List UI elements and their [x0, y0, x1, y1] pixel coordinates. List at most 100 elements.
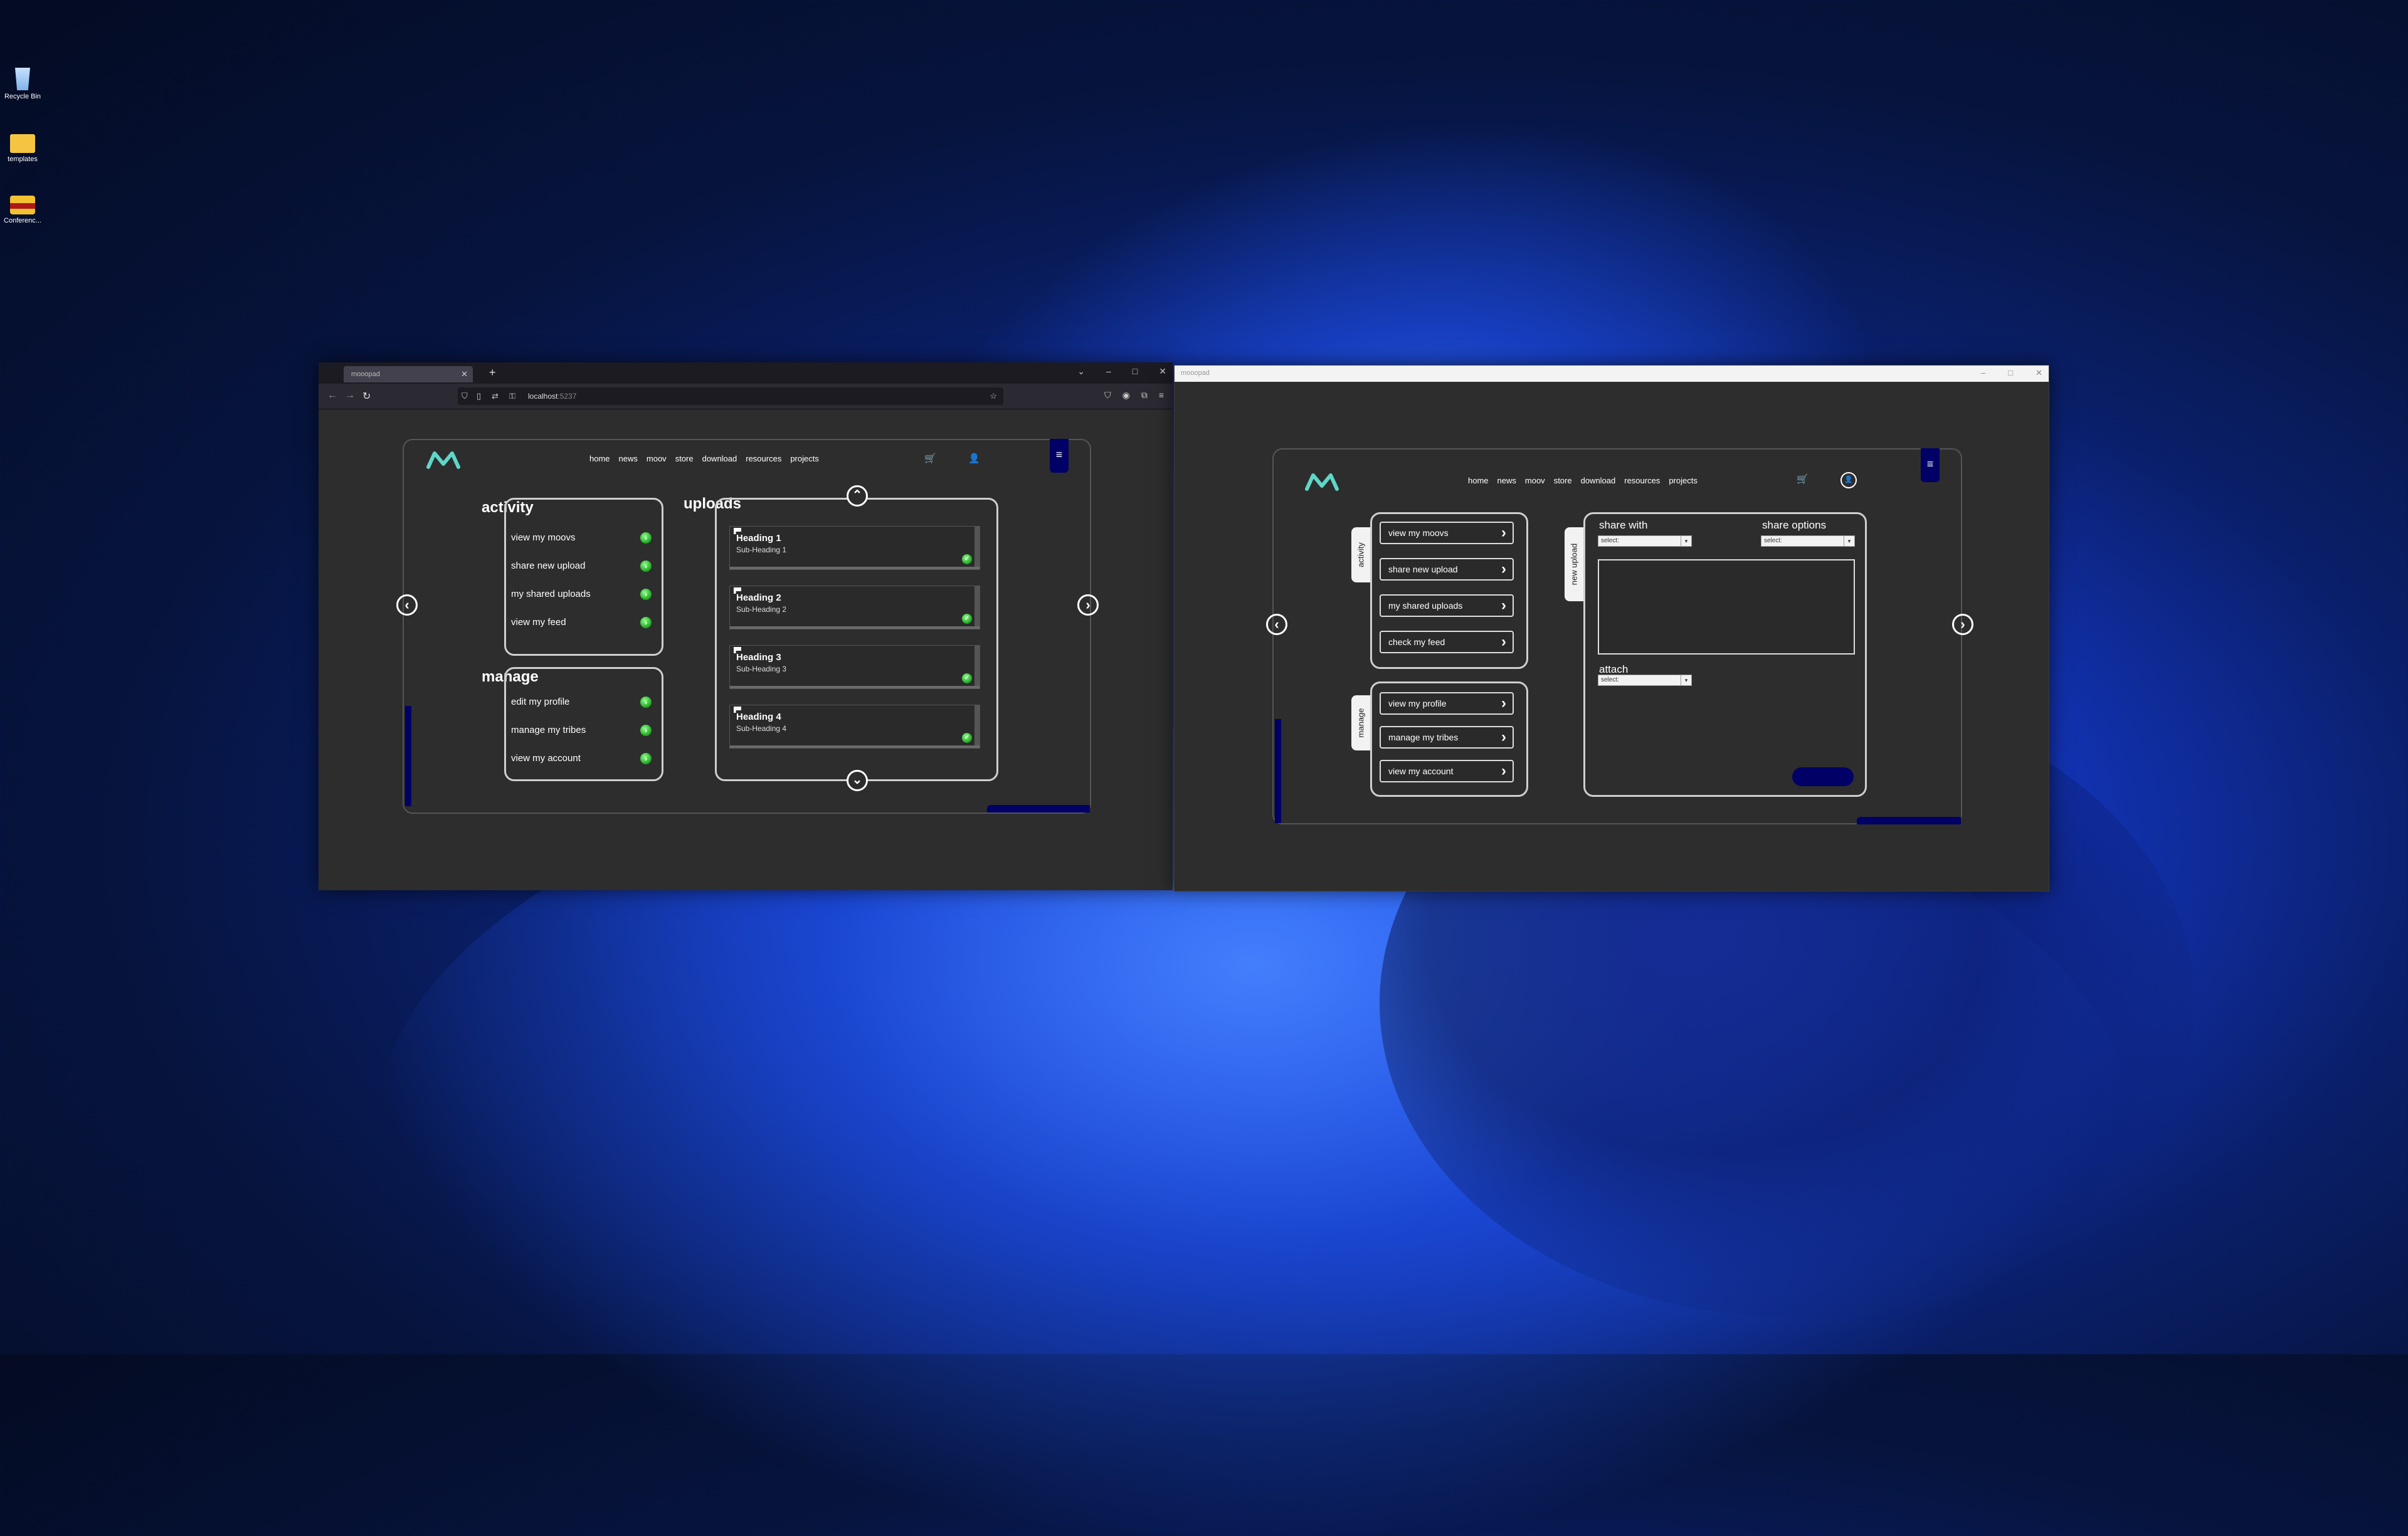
arrow-right-icon: › — [640, 589, 652, 600]
accent-bar — [1857, 817, 1961, 824]
check-my-feed-button[interactable]: check my feed › — [1380, 631, 1514, 653]
nav-projects[interactable]: projects — [790, 454, 819, 463]
share-options-select[interactable]: select: ▾ — [1761, 535, 1855, 547]
scroll-up-button[interactable]: ⌃ — [847, 485, 868, 507]
nav-resources[interactable]: resources — [746, 454, 781, 463]
activity-side-tab[interactable]: activity — [1351, 527, 1370, 582]
carousel-prev-button[interactable]: ‹ — [1266, 614, 1287, 635]
card-subheading: Sub-Heading 3 — [736, 665, 787, 673]
share-with-select[interactable]: select: ▾ — [1598, 535, 1692, 547]
new-upload-panel: share with select: ▾ share options select… — [1583, 512, 1867, 797]
chevron-down-icon[interactable]: ⌄ — [1077, 366, 1085, 377]
menu-item-view-my-feed[interactable]: view my feed › — [511, 617, 659, 628]
hamburger-menu-button[interactable]: ≡ — [1050, 439, 1069, 473]
carousel-next-button[interactable]: › — [1952, 614, 1973, 635]
scroll-down-button[interactable]: ⌄ — [847, 770, 868, 791]
activity-button-panel: view my moovs › share new upload › my shar… — [1370, 512, 1528, 669]
hamburger-menu-button[interactable]: ≡ — [1921, 448, 1940, 482]
chevron-down-icon: ▾ — [1844, 536, 1854, 546]
my-shared-uploads-button[interactable]: my shared uploads › — [1380, 594, 1514, 617]
minimize-button[interactable]: – — [1106, 366, 1111, 377]
arrow-right-icon: › — [640, 725, 652, 736]
menu-item-my-shared-uploads[interactable]: my shared uploads › — [511, 589, 659, 600]
user-icon[interactable]: 👤 — [968, 453, 980, 464]
upload-card[interactable]: Heading 2 Sub-Heading 2 ✓ — [729, 586, 980, 629]
close-button[interactable]: ✕ — [2036, 368, 2042, 378]
upload-description-textarea[interactable] — [1598, 559, 1855, 655]
templates-folder-shortcut[interactable]: templates — [4, 129, 41, 163]
extensions-icon[interactable]: ⧉ — [1141, 390, 1148, 401]
new-tab-button[interactable]: + — [489, 366, 496, 379]
nav-download[interactable]: download — [1581, 476, 1616, 485]
conference-shortcut[interactable]: Conferenc... — [4, 191, 41, 224]
nav-store[interactable]: store — [675, 454, 694, 463]
nav-projects[interactable]: projects — [1669, 476, 1698, 485]
close-button[interactable]: ✕ — [1159, 366, 1166, 377]
view-my-account-button[interactable]: view my account › — [1380, 760, 1514, 782]
menu-item-view-my-account[interactable]: view my account › — [511, 753, 659, 764]
chevron-right-icon: › — [1501, 524, 1506, 541]
nav-news[interactable]: news — [1497, 476, 1516, 485]
nav-resources[interactable]: resources — [1624, 476, 1660, 485]
card-heading: Heading 4 — [736, 712, 781, 722]
carousel-prev-button[interactable]: ‹ — [396, 594, 418, 616]
recycle-bin-shortcut[interactable]: Recycle Bin — [4, 65, 41, 100]
chevron-right-icon: › — [1501, 729, 1506, 745]
account-icon[interactable]: ◉ — [1122, 390, 1130, 401]
menu-item-share-new-upload[interactable]: share new upload › — [511, 560, 659, 572]
bookmark-star-icon[interactable]: ☆ — [990, 387, 997, 405]
browser-tab[interactable]: mooopad ✕ — [344, 366, 473, 382]
page-icon: ▯ — [477, 391, 482, 401]
share-new-upload-button[interactable]: share new upload › — [1380, 558, 1514, 581]
user-icon[interactable]: 👤 — [1840, 472, 1857, 488]
cart-icon[interactable]: 🛒 — [924, 453, 936, 464]
shield-icon[interactable]: ⛉ — [462, 387, 468, 405]
manage-my-tribes-button[interactable]: manage my tribes › — [1380, 726, 1514, 749]
minimize-button[interactable]: – — [1981, 368, 1985, 378]
submit-upload-button[interactable] — [1792, 767, 1854, 786]
forward-button[interactable]: → — [345, 390, 355, 401]
upload-card[interactable]: Heading 1 Sub-Heading 1 ✓ — [729, 526, 980, 570]
nav-news[interactable]: news — [619, 454, 638, 463]
pocket-icon[interactable]: ⛉ — [1104, 390, 1111, 401]
nav-moov[interactable]: moov — [647, 454, 667, 463]
maximize-button[interactable]: □ — [2008, 368, 2013, 378]
menu-item-view-my-moovs[interactable]: view my moovs › — [511, 532, 659, 544]
upload-card[interactable]: Heading 3 Sub-Heading 3 ✓ — [729, 645, 980, 689]
manage-side-tab[interactable]: manage — [1351, 695, 1370, 750]
toolbar-extensions: ⛉ ◉ ⧉ ≡ — [1104, 390, 1164, 401]
close-icon[interactable]: ✕ — [461, 366, 468, 382]
desktop-icon-label: Recycle Bin — [4, 93, 41, 100]
moov-logo[interactable] — [426, 450, 460, 469]
reload-button[interactable]: ↻ — [362, 390, 371, 402]
menu-item-edit-my-profile[interactable]: edit my profile › — [511, 697, 659, 708]
view-my-moovs-button[interactable]: view my moovs › — [1380, 522, 1514, 544]
chevron-right-icon: › — [1501, 762, 1506, 779]
moov-logo[interactable] — [1305, 472, 1339, 491]
nav-moov[interactable]: moov — [1525, 476, 1545, 485]
back-button[interactable]: ← — [327, 390, 337, 401]
nav-home[interactable]: home — [589, 454, 610, 463]
menu-item-manage-my-tribes[interactable]: manage my tribes › — [511, 725, 659, 736]
key-icon[interactable]: ⚿ — [509, 387, 515, 405]
permissions-icon[interactable]: ⇄ — [492, 387, 499, 405]
cart-icon[interactable]: 🛒 — [1797, 473, 1809, 485]
tab-title: mooopad — [351, 371, 380, 378]
menu-icon[interactable]: ≡ — [1159, 390, 1164, 401]
nav-home[interactable]: home — [1468, 476, 1489, 485]
attach-select[interactable]: select: ▾ — [1598, 675, 1692, 686]
nav-download[interactable]: download — [702, 454, 737, 463]
accent-bar — [405, 706, 411, 806]
card-subheading: Sub-Heading 4 — [736, 724, 787, 733]
address-bar[interactable]: ⛉ ▯ ⇄ ⚿ localhost:5237 ☆ — [458, 387, 1003, 405]
maximize-button[interactable]: □ — [1133, 366, 1138, 377]
url-text: localhost:5237 — [528, 392, 577, 401]
upload-card[interactable]: Heading 4 Sub-Heading 4 ✓ — [729, 705, 980, 749]
desktop-icon-label: Conferenc... — [4, 217, 41, 224]
view-my-profile-button[interactable]: view my profile › — [1380, 692, 1514, 715]
carousel-next-button[interactable]: › — [1077, 594, 1099, 616]
new-upload-side-tab[interactable]: new upload — [1565, 527, 1583, 601]
arrow-right-icon: › — [640, 753, 652, 764]
browser-toolbar: ← → ↻ ⛉ ▯ ⇄ ⚿ localhost:5237 ☆ ⛉ ◉ ⧉ ≡ — [319, 384, 1173, 409]
nav-store[interactable]: store — [1554, 476, 1572, 485]
